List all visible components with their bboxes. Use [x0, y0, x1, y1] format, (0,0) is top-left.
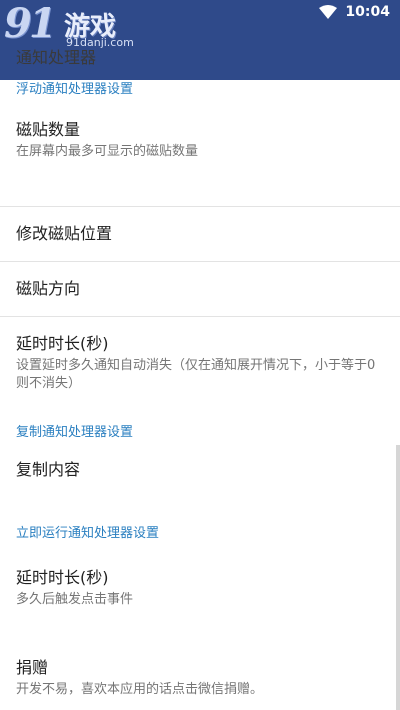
pref-donate[interactable]: 捐赠 开发不易，喜欢本应用的话点击微信捐赠。: [0, 649, 400, 705]
pref-tile-count-title: 磁贴数量: [16, 120, 81, 139]
pref-tile-count[interactable]: 磁贴数量 在屏幕内最多可显示的磁贴数量: [0, 102, 400, 206]
watermark-logo: 91 游戏 91danji.com: [2, 0, 142, 52]
pref-floating-delay[interactable]: 延时时长(秒) 设置延时多久通知自动消失（仅在通知展开情况下，小于等于0则不消失…: [0, 317, 400, 411]
pref-copy-content[interactable]: 复制内容: [0, 449, 400, 511]
pref-donate-summary: 开发不易，喜欢本应用的话点击微信捐赠。: [16, 682, 264, 697]
watermark-digits: 91: [4, 0, 57, 47]
pref-run-delay[interactable]: 延时时长(秒) 多久后触发点击事件: [0, 551, 400, 649]
pref-donate-title: 捐赠: [16, 658, 49, 677]
pref-tile-direction-title: 磁贴方向: [16, 279, 81, 298]
scrollbar[interactable]: [396, 445, 400, 710]
watermark-url: 91danji.com: [66, 36, 134, 49]
status-time: 10:04: [345, 4, 390, 20]
pref-tile-position[interactable]: 修改磁贴位置: [0, 207, 400, 261]
category-run-now: 立即运行通知处理器设置: [16, 525, 160, 541]
pref-run-delay-summary: 多久后触发点击事件: [16, 592, 134, 607]
pref-tile-position-title: 修改磁贴位置: [16, 224, 113, 243]
pref-tile-count-summary: 在屏幕内最多可显示的磁贴数量: [16, 144, 199, 159]
pref-copy-content-title: 复制内容: [16, 460, 81, 479]
wifi-icon: [319, 5, 338, 19]
pref-floating-delay-summary: 设置延时多久通知自动消失（仅在通知展开情况下，小于等于0则不消失）: [16, 358, 376, 391]
pref-tile-direction[interactable]: 磁贴方向: [0, 262, 400, 316]
pref-floating-delay-title: 延时时长(秒): [16, 334, 109, 353]
pref-run-delay-title: 延时时长(秒): [16, 568, 109, 587]
settings-list: 浮动通知处理器设置 磁贴数量 在屏幕内最多可显示的磁贴数量 修改磁贴位置 磁贴方…: [0, 72, 400, 705]
category-copy: 复制通知处理器设置: [16, 424, 134, 440]
